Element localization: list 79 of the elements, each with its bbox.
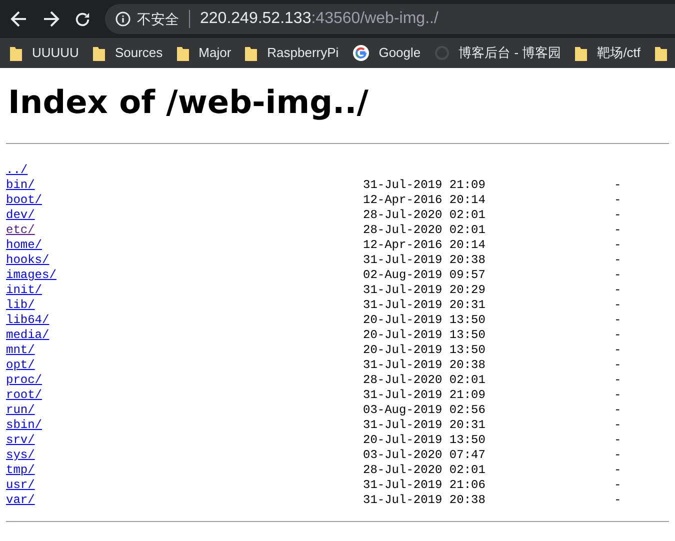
directory-link[interactable]: sbin/	[6, 418, 363, 433]
modified-date: 31-Jul-2019 21:09	[363, 178, 486, 193]
directory-link[interactable]: srv/	[6, 433, 363, 448]
directory-link[interactable]: tmp/	[6, 463, 363, 478]
directory-link[interactable]: boot/	[6, 193, 363, 208]
file-size: -	[614, 403, 622, 418]
file-size: -	[614, 208, 622, 223]
url-path: :43560/web-img../	[311, 10, 438, 27]
file-size: -	[614, 343, 622, 358]
modified-date: 12-Apr-2016 20:14	[363, 193, 486, 208]
bookmark[interactable]: UUUUU	[10, 43, 79, 63]
file-size: -	[614, 253, 622, 268]
modified-date: 31-Jul-2019 21:09	[363, 388, 486, 403]
file-size: -	[614, 358, 622, 373]
directory-link[interactable]: dev/	[6, 208, 363, 223]
directory-link[interactable]: init/	[6, 283, 363, 298]
file-size: -	[614, 223, 622, 238]
file-size: -	[614, 313, 622, 328]
bookmark[interactable]: Sources	[92, 43, 163, 63]
bookmark[interactable]: Major	[176, 43, 232, 63]
modified-date: 02-Aug-2019 09:57	[363, 268, 486, 283]
page-heading: Index of /web-img../	[8, 82, 370, 122]
file-size: -	[614, 448, 622, 463]
modified-date: 31-Jul-2019 20:31	[363, 418, 486, 433]
modified-date: 31-Jul-2019 20:29	[363, 283, 486, 298]
directory-link[interactable]: home/	[6, 238, 363, 253]
bookmark[interactable]: 靶场/ctf	[575, 43, 641, 63]
modified-date: 20-Jul-2019 13:50	[363, 313, 486, 328]
address-bar[interactable]: 不安全 220.249.52.133:43560/web-img../	[105, 4, 675, 34]
directory-link[interactable]: root/	[6, 388, 363, 403]
directory-link[interactable]: media/	[6, 328, 363, 343]
file-size: -	[614, 283, 622, 298]
directory-link[interactable]: var/	[6, 493, 363, 508]
modified-date: 12-Apr-2016 20:14	[363, 238, 486, 253]
file-size: -	[614, 238, 622, 253]
file-size: -	[614, 298, 622, 313]
modified-date: 20-Jul-2019 13:50	[363, 343, 486, 358]
bookmark[interactable]: RaspberryPi	[245, 43, 339, 63]
modified-date: 03-Aug-2019 02:56	[363, 403, 486, 418]
directory-link[interactable]: lib/	[6, 298, 363, 313]
modified-date: 28-Jul-2020 02:01	[363, 463, 486, 478]
security-label: 不安全	[137, 10, 179, 28]
modified-date: 28-Jul-2020 02:01	[363, 223, 486, 238]
file-size: -	[614, 478, 622, 493]
modified-date: 28-Jul-2020 02:01	[363, 208, 486, 223]
directory-link[interactable]: etc/	[6, 223, 363, 238]
directory-link[interactable]: images/	[6, 268, 363, 283]
file-size: -	[614, 418, 622, 433]
modified-date: 20-Jul-2019 13:50	[363, 328, 486, 343]
directory-link[interactable]: ../	[6, 163, 363, 178]
directory-link[interactable]: sys/	[6, 448, 363, 463]
modified-date: 31-Jul-2019 20:38	[363, 253, 486, 268]
modified-date: 31-Jul-2019 20:31	[363, 298, 486, 313]
url-host: 220.249.52.133	[200, 10, 312, 27]
directory-link[interactable]: proc/	[6, 373, 363, 388]
directory-link[interactable]: run/	[6, 403, 363, 418]
file-size: -	[614, 493, 622, 508]
directory-link[interactable]: hooks/	[6, 253, 363, 268]
bookmark[interactable]: 博客后台 - 博客园	[434, 43, 562, 63]
directory-link[interactable]: lib64/	[6, 313, 363, 328]
modified-date: 28-Jul-2020 02:01	[363, 373, 486, 388]
file-size: -	[614, 433, 622, 448]
file-size: -	[614, 373, 622, 388]
file-size: -	[614, 463, 622, 478]
file-size: -	[614, 178, 622, 193]
directory-link[interactable]: usr/	[6, 478, 363, 493]
modified-date: 31-Jul-2019 21:06	[363, 478, 486, 493]
modified-date: 31-Jul-2019 20:38	[363, 358, 486, 373]
file-size: -	[614, 328, 622, 343]
modified-date: 31-Jul-2019 20:38	[363, 493, 486, 508]
file-size: -	[614, 193, 622, 208]
bookmark[interactable]: Google	[352, 43, 421, 63]
file-size: -	[614, 388, 622, 403]
modified-date: 03-Jul-2020 07:47	[363, 448, 486, 463]
directory-link[interactable]: bin/	[6, 178, 363, 193]
directory-link[interactable]: opt/	[6, 358, 363, 373]
modified-date: 20-Jul-2019 13:50	[363, 433, 486, 448]
file-size: -	[614, 268, 622, 283]
directory-link[interactable]: mnt/	[6, 343, 363, 358]
